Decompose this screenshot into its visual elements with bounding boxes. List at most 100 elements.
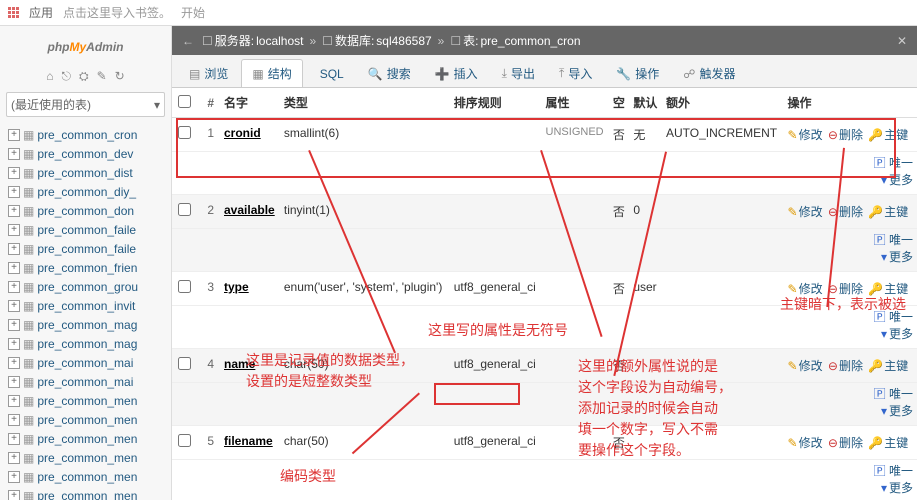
tree-item[interactable]: +▦pre_common_mai — [2, 353, 169, 372]
collapse-sidebar-icon[interactable]: ← — [182, 34, 194, 48]
more-link[interactable]: 更多 — [889, 250, 913, 264]
start-link[interactable]: 开始 — [181, 4, 205, 21]
tree-item[interactable]: +▦pre_common_faile — [2, 239, 169, 258]
check-all[interactable] — [178, 95, 191, 108]
more-link[interactable]: 更多 — [889, 404, 913, 418]
home-icon[interactable]: ⌂ — [46, 69, 53, 84]
primary-link[interactable]: 🔑主键 — [868, 205, 908, 219]
delete-link[interactable]: ⊖删除 — [828, 205, 863, 219]
tree-item[interactable]: +▦pre_common_grou — [2, 277, 169, 296]
chevron-down-icon[interactable]: ▾ — [881, 481, 887, 495]
field-name[interactable]: available — [224, 203, 275, 217]
delete-link[interactable]: ⊖删除 — [828, 128, 863, 142]
crumb-database[interactable]: sql486587 — [376, 34, 431, 48]
tab-导入[interactable]: ⤒导入 — [548, 59, 603, 87]
edit-link[interactable]: ✎修改 — [788, 128, 823, 142]
delete-link[interactable]: ⊖删除 — [828, 282, 863, 296]
more-link[interactable]: 更多 — [889, 327, 913, 341]
edit-link[interactable]: ✎修改 — [788, 436, 823, 450]
chevron-down-icon[interactable]: ▾ — [881, 173, 887, 187]
expand-icon[interactable]: + — [8, 414, 20, 426]
edit-link[interactable]: ✎修改 — [788, 205, 823, 219]
tree-item[interactable]: +▦pre_common_men — [2, 391, 169, 410]
tab-结构[interactable]: ▦结构 — [241, 59, 302, 87]
expand-icon[interactable]: + — [8, 357, 20, 369]
expand-icon[interactable]: + — [8, 243, 20, 255]
field-name[interactable]: cronid — [224, 126, 261, 140]
row-checkbox[interactable] — [178, 126, 191, 139]
tree-item[interactable]: +▦pre_common_men — [2, 429, 169, 448]
row-checkbox[interactable] — [178, 357, 191, 370]
tree-item[interactable]: +▦pre_common_frien — [2, 258, 169, 277]
chevron-down-icon[interactable]: ▾ — [881, 327, 887, 341]
edit-link[interactable]: ✎修改 — [788, 359, 823, 373]
tree-item[interactable]: +▦pre_common_dev — [2, 144, 169, 163]
tree-item[interactable]: +▦pre_common_men — [2, 486, 169, 500]
recent-tables-select[interactable]: (最近使用的表)▾ — [6, 92, 165, 117]
unique-link[interactable]: 🄿 唯一 — [874, 387, 913, 401]
chevron-down-icon[interactable]: ▾ — [881, 404, 887, 418]
tree-item[interactable]: +▦pre_common_don — [2, 201, 169, 220]
close-icon[interactable]: ✕ — [897, 34, 907, 48]
field-name[interactable]: filename — [224, 434, 273, 448]
primary-link[interactable]: 🔑主键 — [868, 359, 908, 373]
reload-icon[interactable]: ↻ — [115, 69, 125, 84]
primary-link[interactable]: 🔑主键 — [868, 436, 908, 450]
unique-link[interactable]: 🄿 唯一 — [874, 233, 913, 247]
col-extra[interactable]: 额外 — [662, 88, 784, 118]
row-checkbox[interactable] — [178, 280, 191, 293]
exit-icon[interactable]: ⎋ — [62, 69, 72, 84]
col-attr[interactable]: 属性 — [542, 88, 609, 118]
tree-item[interactable]: +▦pre_common_mag — [2, 334, 169, 353]
tree-item[interactable]: +▦pre_common_cron — [2, 125, 169, 144]
tab-SQL[interactable]: SQL — [305, 59, 355, 87]
chevron-down-icon[interactable]: ▾ — [881, 250, 887, 264]
crumb-server[interactable]: localhost — [256, 34, 303, 48]
expand-icon[interactable]: + — [8, 167, 20, 179]
expand-icon[interactable]: + — [8, 471, 20, 483]
expand-icon[interactable]: + — [8, 300, 20, 312]
expand-icon[interactable]: + — [8, 186, 20, 198]
row-checkbox[interactable] — [178, 434, 191, 447]
col-type[interactable]: 类型 — [280, 88, 450, 118]
expand-icon[interactable]: + — [8, 262, 20, 274]
more-link[interactable]: 更多 — [889, 173, 913, 187]
primary-link[interactable]: 🔑主键 — [868, 128, 908, 142]
field-name[interactable]: type — [224, 280, 249, 294]
gear-icon[interactable]: ⛭ — [79, 69, 89, 84]
delete-link[interactable]: ⊖删除 — [828, 436, 863, 450]
tree-item[interactable]: +▦pre_common_faile — [2, 220, 169, 239]
tab-搜索[interactable]: 🔍搜索 — [357, 59, 422, 87]
tree-item[interactable]: +▦pre_common_mai — [2, 372, 169, 391]
edit-link[interactable]: ✎修改 — [788, 282, 823, 296]
tree-item[interactable]: +▦pre_common_invit — [2, 296, 169, 315]
expand-icon[interactable]: + — [8, 338, 20, 350]
expand-icon[interactable]: + — [8, 452, 20, 464]
tree-item[interactable]: +▦pre_common_men — [2, 467, 169, 486]
expand-icon[interactable]: + — [8, 395, 20, 407]
expand-icon[interactable]: + — [8, 376, 20, 388]
unique-link[interactable]: 🄿 唯一 — [874, 464, 913, 478]
tree-item[interactable]: +▦pre_common_dist — [2, 163, 169, 182]
primary-link[interactable]: 🔑主键 — [868, 282, 908, 296]
expand-icon[interactable]: + — [8, 224, 20, 236]
expand-icon[interactable]: + — [8, 148, 20, 160]
col-default[interactable]: 默认 — [629, 88, 662, 118]
col-null[interactable]: 空 — [609, 88, 629, 118]
field-name[interactable]: name — [224, 357, 255, 371]
apps-icon[interactable] — [8, 7, 19, 18]
tab-导出[interactable]: ⤓导出 — [491, 59, 546, 87]
more-link[interactable]: 更多 — [889, 481, 913, 495]
tab-浏览[interactable]: ▤浏览 — [178, 59, 239, 87]
expand-icon[interactable]: + — [8, 205, 20, 217]
expand-icon[interactable]: + — [8, 281, 20, 293]
unique-link[interactable]: 🄿 唯一 — [874, 310, 913, 324]
row-checkbox[interactable] — [178, 203, 191, 216]
tree-item[interactable]: +▦pre_common_diy_ — [2, 182, 169, 201]
tab-触发器[interactable]: ☍触发器 — [672, 59, 746, 87]
col-num[interactable]: # — [196, 88, 220, 118]
tree-item[interactable]: +▦pre_common_men — [2, 410, 169, 429]
expand-icon[interactable]: + — [8, 129, 20, 141]
unique-link[interactable]: 🄿 唯一 — [874, 156, 913, 170]
expand-icon[interactable]: + — [8, 433, 20, 445]
